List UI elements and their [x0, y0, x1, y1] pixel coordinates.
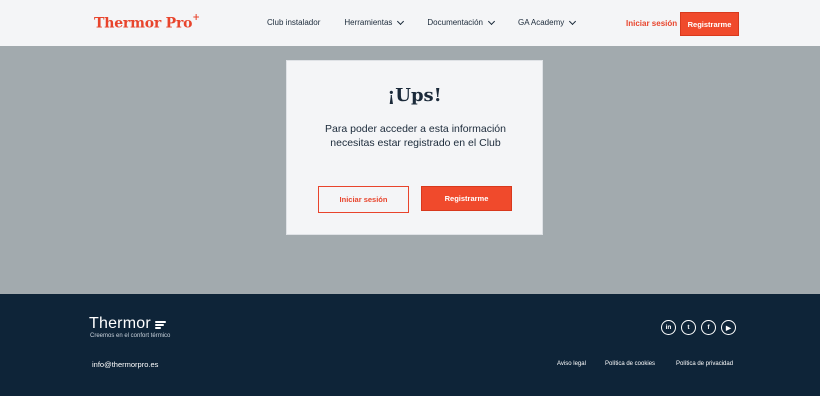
footer-link-aviso-legal[interactable]: Aviso legal [557, 361, 586, 367]
top-header: Thermor Pro+ Club instalador Herramienta… [0, 0, 820, 46]
site-footer: Thermor Creemos en el confort térmico in… [0, 294, 820, 396]
footer-link-cookies[interactable]: Política de cookies [605, 361, 655, 367]
twitter-icon[interactable]: t [681, 320, 696, 335]
footer-tagline: Creemos en el confort térmico [90, 333, 171, 339]
nav-label: Club instalador [267, 18, 321, 27]
logo-text: Thermor Pro [94, 15, 193, 32]
main-nav: Club instalador Herramientas Documentaci… [267, 17, 599, 27]
access-required-dialog: ¡Ups! Para poder acceder a esta informac… [286, 60, 543, 235]
nav-label: Herramientas [344, 18, 393, 27]
header-register-button[interactable]: Registrarme [680, 12, 739, 36]
nav-item-herramientas[interactable]: Herramientas [344, 17, 405, 27]
thermor-pro-logo[interactable]: Thermor Pro+ [94, 13, 200, 32]
linkedin-icon[interactable]: in [661, 320, 676, 335]
nav-item-documentacion[interactable]: Documentación [427, 17, 496, 27]
nav-label: Documentación [427, 18, 483, 27]
chevron-down-icon [569, 17, 577, 25]
footer-link-privacy[interactable]: Política de privacidad [676, 361, 733, 367]
register-button[interactable]: Registrarme [421, 186, 512, 211]
dialog-message: Para poder acceder a esta información ne… [325, 123, 506, 149]
footer-email-link[interactable]: info@thermorpro.es [92, 360, 158, 369]
nav-item-ga-academy[interactable]: GA Academy [517, 17, 577, 27]
chevron-down-icon [487, 17, 496, 25]
youtube-icon[interactable]: ▶ [721, 320, 736, 335]
header-login-link[interactable]: Iniciar sesión [626, 19, 677, 28]
social-links: in t f ▶ [661, 320, 741, 335]
login-button[interactable]: Iniciar sesión [318, 186, 409, 213]
dialog-title: ¡Ups! [387, 85, 442, 106]
nav-label: GA Academy [517, 18, 565, 27]
flame-mark-icon [154, 320, 167, 329]
logo-plus: + [192, 13, 200, 23]
footer-logo-text: Thermor [89, 315, 151, 332]
chevron-down-icon [397, 17, 405, 25]
facebook-icon[interactable]: f [701, 320, 716, 335]
nav-item-club-instalador[interactable]: Club instalador [267, 18, 320, 27]
thermor-footer-logo[interactable]: Thermor [89, 315, 167, 333]
